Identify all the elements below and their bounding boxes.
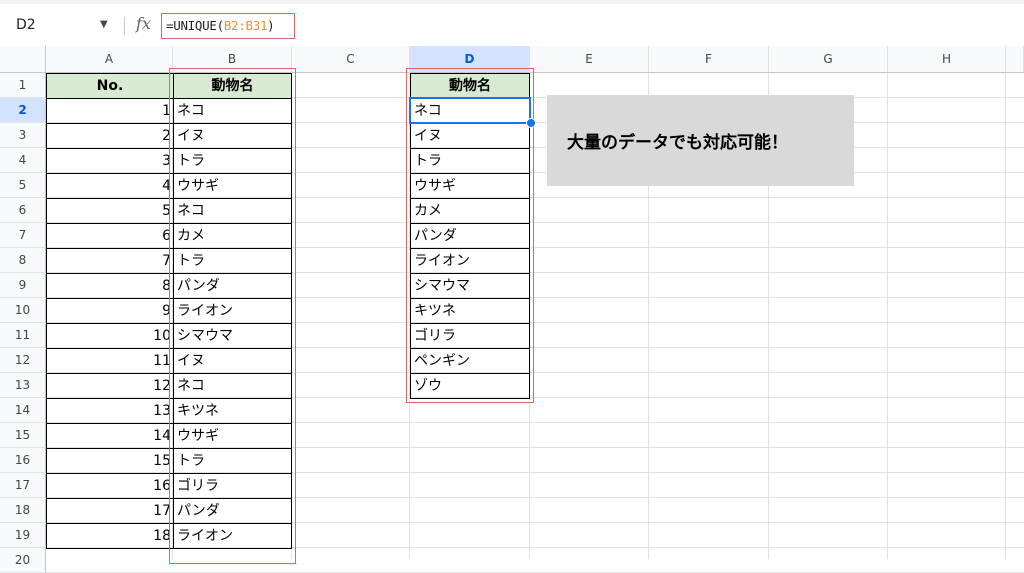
number-cell[interactable]: 12: [46, 373, 174, 399]
fill-handle[interactable]: [526, 118, 536, 128]
number-cell[interactable]: 9: [46, 298, 174, 324]
unique-value-cell[interactable]: イヌ: [410, 123, 530, 149]
animal-name-cell[interactable]: トラ: [173, 148, 292, 174]
animal-name-cell[interactable]: イヌ: [173, 348, 292, 374]
row-header-9[interactable]: 9: [0, 273, 46, 298]
column-header-i[interactable]: [1006, 46, 1024, 73]
number-cell[interactable]: 5: [46, 198, 174, 224]
animal-name-cell[interactable]: ネコ: [173, 98, 292, 124]
row-header-17[interactable]: 17: [0, 473, 46, 498]
formula-suffix: ): [267, 18, 275, 33]
animal-name-cell[interactable]: キツネ: [173, 398, 292, 424]
gridline-vertical: [1005, 73, 1006, 559]
number-cell[interactable]: 18: [46, 523, 174, 549]
number-cell[interactable]: 17: [46, 498, 174, 524]
column-header-g[interactable]: G: [769, 46, 888, 73]
animal-name-cell[interactable]: ライオン: [173, 298, 292, 324]
animal-name-cell[interactable]: ゴリラ: [173, 473, 292, 499]
unique-value-cell[interactable]: ペンギン: [410, 348, 530, 374]
column-header-d[interactable]: D: [410, 46, 530, 73]
animal-name-cell[interactable]: イヌ: [173, 123, 292, 149]
row-header-2[interactable]: 2: [0, 98, 46, 123]
animal-name-cell[interactable]: トラ: [173, 448, 292, 474]
number-cell[interactable]: 6: [46, 223, 174, 249]
name-box[interactable]: D2 ▼: [8, 13, 118, 37]
unique-value-cell[interactable]: ゴリラ: [410, 323, 530, 349]
number-cell[interactable]: 11: [46, 348, 174, 374]
column-header-f[interactable]: F: [649, 46, 769, 73]
number-cell[interactable]: 16: [46, 473, 174, 499]
spreadsheet-grid[interactable]: A B C D E F G H 1 2 3 4 5 6 7 8 9 10 11 12 13 14 15 16 17 18 19 20 N…: [0, 46, 1024, 573]
row-header-3[interactable]: 3: [0, 123, 46, 148]
number-cell[interactable]: 2: [46, 123, 174, 149]
unique-value-cell[interactable]: シマウマ: [410, 273, 530, 299]
number-cell[interactable]: 1: [46, 98, 174, 124]
formula-input[interactable]: =UNIQUE(B2:B31): [161, 13, 295, 39]
row-header-16[interactable]: 16: [0, 448, 46, 473]
select-all-corner[interactable]: [0, 46, 46, 73]
row-header-4[interactable]: 4: [0, 148, 46, 173]
animal-name-cell[interactable]: カメ: [173, 223, 292, 249]
number-cell[interactable]: 8: [46, 273, 174, 299]
column-header-c[interactable]: C: [292, 46, 410, 73]
row-header-13[interactable]: 13: [0, 373, 46, 398]
number-cell[interactable]: 4: [46, 173, 174, 199]
unique-value-cell[interactable]: トラ: [410, 148, 530, 174]
formula-range: B2:B31: [223, 18, 268, 33]
row-header-15[interactable]: 15: [0, 423, 46, 448]
unique-value-cell[interactable]: カメ: [410, 198, 530, 224]
number-cell[interactable]: 14: [46, 423, 174, 449]
animal-name-cell[interactable]: ウサギ: [173, 173, 292, 199]
unique-value-cell[interactable]: ライオン: [410, 248, 530, 274]
row-header-6[interactable]: 6: [0, 198, 46, 223]
animal-name-cell[interactable]: パンダ: [173, 273, 292, 299]
header-cell-animal: 動物名: [173, 73, 292, 99]
animal-name-cell[interactable]: トラ: [173, 248, 292, 274]
row-header-11[interactable]: 11: [0, 323, 46, 348]
column-header-a[interactable]: A: [46, 46, 173, 73]
row-header-14[interactable]: 14: [0, 398, 46, 423]
unique-value-cell[interactable]: パンダ: [410, 223, 530, 249]
gridline-vertical: [887, 73, 888, 559]
header-cell-no: No.: [46, 73, 174, 99]
row-header-8[interactable]: 8: [0, 248, 46, 273]
fx-icon: fx: [136, 14, 151, 33]
formula-prefix: =UNIQUE(: [166, 18, 224, 33]
row-header-1[interactable]: 1: [0, 73, 46, 98]
note-text: 大量のデータでも対応可能！: [567, 133, 788, 153]
chevron-down-icon[interactable]: ▼: [100, 13, 108, 37]
number-cell[interactable]: 10: [46, 323, 174, 349]
unique-value-cell[interactable]: ゾウ: [410, 373, 530, 399]
number-cell[interactable]: 13: [46, 398, 174, 424]
animal-name-cell[interactable]: ネコ: [173, 373, 292, 399]
row-header-7[interactable]: 7: [0, 223, 46, 248]
note-shape[interactable]: 大量のデータでも対応可能！: [547, 95, 854, 186]
formula-bar: D2 ▼ fx =UNIQUE(B2:B31): [0, 4, 1024, 47]
unique-header-cell: 動物名: [410, 73, 530, 99]
animal-name-cell[interactable]: ライオン: [173, 523, 292, 549]
animal-name-cell[interactable]: ウサギ: [173, 423, 292, 449]
animal-name-cell[interactable]: ネコ: [173, 198, 292, 224]
number-cell[interactable]: 3: [46, 148, 174, 174]
number-cell[interactable]: 15: [46, 448, 174, 474]
row-header-12[interactable]: 12: [0, 348, 46, 373]
unique-value-cell[interactable]: キツネ: [410, 298, 530, 324]
row-header-19[interactable]: 19: [0, 523, 46, 548]
row-header-10[interactable]: 10: [0, 298, 46, 323]
row-header-5[interactable]: 5: [0, 173, 46, 198]
formula-bar-divider: [124, 17, 125, 35]
unique-value-cell[interactable]: ウサギ: [410, 173, 530, 199]
number-cell[interactable]: 7: [46, 248, 174, 274]
animal-name-cell[interactable]: パンダ: [173, 498, 292, 524]
row-header-20[interactable]: 20: [0, 548, 46, 573]
column-header-h[interactable]: H: [888, 46, 1006, 73]
row-header-18[interactable]: 18: [0, 498, 46, 523]
column-header-b[interactable]: B: [173, 46, 292, 73]
active-cell-d2[interactable]: [409, 97, 531, 124]
name-box-value: D2: [16, 17, 36, 33]
animal-name-cell[interactable]: シマウマ: [173, 323, 292, 349]
column-header-e[interactable]: E: [530, 46, 649, 73]
